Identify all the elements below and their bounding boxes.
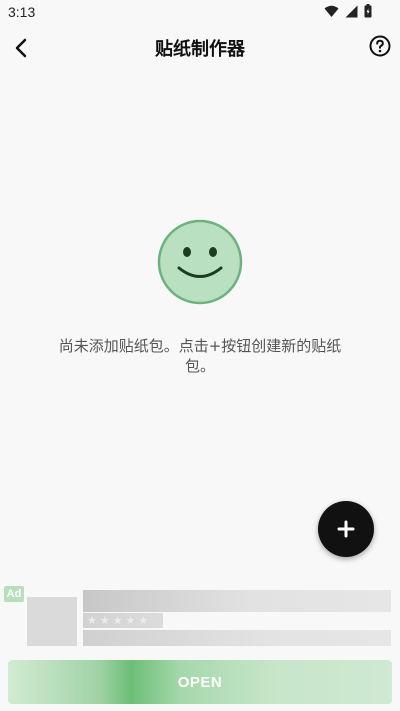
status-bar: 3:13 bbox=[0, 0, 400, 24]
help-circle-icon bbox=[369, 35, 391, 57]
ad-rating-stars: ★ ★ ★ ★ ★ bbox=[83, 613, 163, 628]
star-icon: ★ bbox=[112, 614, 123, 627]
status-icons bbox=[324, 4, 372, 18]
status-time: 3:13 bbox=[8, 4, 36, 20]
ad-title-placeholder bbox=[83, 590, 391, 612]
plus-icon bbox=[337, 520, 355, 538]
smiley-icon bbox=[157, 219, 243, 305]
add-sticker-pack-button[interactable] bbox=[318, 501, 374, 557]
ad-badge: Ad bbox=[4, 586, 24, 602]
help-button[interactable] bbox=[368, 34, 392, 58]
star-icon: ★ bbox=[138, 614, 149, 627]
star-icon: ★ bbox=[99, 614, 110, 627]
app-bar: 贴纸制作器 bbox=[0, 24, 400, 72]
star-icon: ★ bbox=[87, 614, 97, 627]
ad-open-button[interactable]: OPEN bbox=[8, 660, 392, 704]
ad-image[interactable] bbox=[27, 597, 77, 646]
page-title: 贴纸制作器 bbox=[155, 39, 245, 60]
wifi-icon bbox=[324, 5, 339, 17]
signal-icon bbox=[345, 5, 358, 17]
star-icon: ★ bbox=[125, 614, 136, 627]
empty-state-message: 尚未添加贴纸包。点击+按钮创建新的贴纸包。 bbox=[58, 337, 342, 375]
battery-icon bbox=[364, 4, 372, 18]
ad-description-placeholder bbox=[83, 630, 391, 646]
